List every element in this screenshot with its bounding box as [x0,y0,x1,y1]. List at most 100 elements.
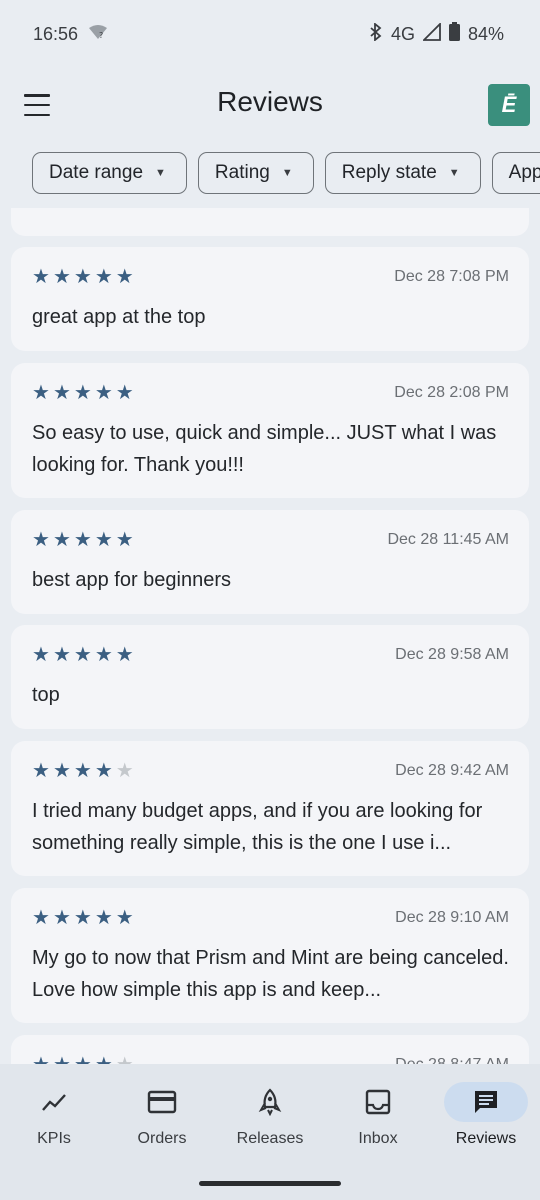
status-time: 16:56 [33,23,79,44]
caret-down-icon: ▼ [448,167,460,179]
star-icon: ★ [73,907,92,929]
star-icon: ★ [52,907,71,929]
battery-percent: 84% [467,23,504,44]
review-text: My go to now that Prism and Mint are bei… [32,947,509,1001]
star-icon: ★ [32,1055,50,1064]
star-icon: ★ [115,760,134,782]
review-card[interactable]: ★ ★ ★ ★ ★ Dec 28 9:58 AM top [11,625,529,729]
review-date: Dec 28 9:10 AM [395,909,509,926]
star-rating: ★★★★★ [32,908,134,928]
review-text: great app at the top [32,306,206,328]
star-icon: ★ [116,1055,134,1064]
star-icon: ★ [94,382,113,404]
star-icon: ★ [115,907,134,929]
star-icon: ★ [94,266,113,288]
wifi-icon: ? [88,24,108,45]
review-card[interactable]: ★ ★ ★ ★ ★ Dec 28 9:42 AM I tried many budget … [11,741,529,876]
star-icon: ★ [115,382,134,404]
star-icon: ★ [73,529,92,551]
svg-text:?: ? [99,31,103,40]
star-icon: ★ [73,266,92,288]
nav-label: Releases [236,1130,304,1147]
nav-kpis[interactable]: KPIs [0,1064,108,1200]
rocket-icon [228,1082,312,1122]
filter-reply-state[interactable]: Reply state ▼ [324,152,481,194]
star-icon: ★ [94,529,113,551]
chart-line-icon [12,1082,96,1122]
star-rating: ★★★★★ [32,645,134,665]
star-icon: ★ [115,644,134,666]
filter-rating[interactable]: Rating ▼ [197,152,314,194]
nav-releases[interactable]: Releases [216,1064,324,1200]
bottom-nav: KPIs Orders Releases Inbox Reviews [0,1064,540,1200]
star-icon: ★ [32,382,50,404]
app-bar: Reviews Ē [0,68,540,142]
review-card[interactable]: ★★★★★Dec 28 8:47 AM [11,1035,529,1064]
comment-icon [444,1082,528,1122]
star-icon: ★ [95,1055,113,1064]
review-date: Dec 28 9:58 AM [395,646,509,663]
star-icon: ★ [115,266,134,288]
star-icon: ★ [73,382,92,404]
network-type: 4G [390,23,415,44]
star-icon: ★ [32,907,50,929]
star-icon: ★ [115,529,134,551]
filter-app[interactable]: App [491,152,540,194]
star-icon: ★ [94,907,113,929]
nav-label: Orders [137,1130,187,1147]
review-card-partial-top[interactable] [11,208,529,236]
signal-icon [421,21,441,46]
star-icon: ★ [73,760,92,782]
nav-reviews[interactable]: Reviews [432,1064,540,1200]
nav-label: Reviews [455,1130,517,1147]
nav-label: Inbox [358,1130,398,1147]
page-title: Reviews [217,86,323,117]
star-icon: ★ [52,760,71,782]
star-icon: ★ [53,1055,71,1064]
star-icon: ★ [52,382,71,404]
star-icon: ★ [52,266,71,288]
bluetooth-icon [369,21,383,46]
nav-orders[interactable]: Orders [108,1064,216,1200]
review-text: So easy to use, quick and simple... JUST… [32,422,497,476]
review-date: Dec 28 8:47 AM [395,1056,509,1064]
home-indicator[interactable] [199,1181,341,1186]
app-avatar[interactable]: Ē [488,84,530,126]
star-rating: ★★★★★ [32,530,134,550]
caret-down-icon: ▼ [155,167,166,179]
review-card[interactable]: ★ ★ ★ ★ ★ Dec 28 9:10 AM My go to now that Pr… [11,888,529,1023]
star-rating: ★★★★★ [32,1055,134,1064]
review-card[interactable]: ★ ★ ★ ★ ★ Dec 28 11:45 AM best app for beginn… [11,510,529,614]
star-icon: ★ [52,644,71,666]
star-rating: ★★★★★ [32,267,134,287]
caret-down-icon: ▼ [281,167,293,179]
review-date: Dec 28 2:08 PM [394,384,509,401]
review-text: best app for beginners [32,569,232,591]
star-icon: ★ [52,529,71,551]
filter-date-range[interactable]: Date range ▼ [32,152,187,194]
star-rating: ★★★★★ [32,761,134,781]
credit-card-icon [120,1082,204,1122]
review-list[interactable]: ★ ★ ★ ★ ★ Dec 28 7:08 PM great app at the top… [11,208,529,1064]
star-icon: ★ [74,1055,92,1064]
battery-icon [448,22,460,46]
inbox-icon [336,1082,420,1122]
review-text: top [32,684,60,706]
status-bar: 16:56 ? 4G 84% [0,0,540,68]
review-date: Dec 28 7:08 PM [394,268,509,285]
star-icon: ★ [94,644,113,666]
nav-inbox[interactable]: Inbox [324,1064,432,1200]
star-icon: ★ [32,266,50,288]
star-icon: ★ [94,760,113,782]
review-date: Dec 28 11:45 AM [387,531,509,548]
star-icon: ★ [32,529,50,551]
review-text: I tried many budget apps, and if you are… [32,800,483,854]
star-icon: ★ [32,644,50,666]
star-icon: ★ [32,760,50,782]
review-card[interactable]: ★ ★ ★ ★ ★ Dec 28 2:08 PM So easy to use, quic… [11,363,529,498]
star-rating: ★★★★★ [32,383,134,403]
review-card[interactable]: ★ ★ ★ ★ ★ Dec 28 7:08 PM great app at the top [11,247,529,351]
filter-chips: Date range ▼ Rating ▼ Reply state ▼ App [32,152,540,194]
nav-label: KPIs [37,1130,71,1147]
review-date: Dec 28 9:42 AM [395,762,509,779]
